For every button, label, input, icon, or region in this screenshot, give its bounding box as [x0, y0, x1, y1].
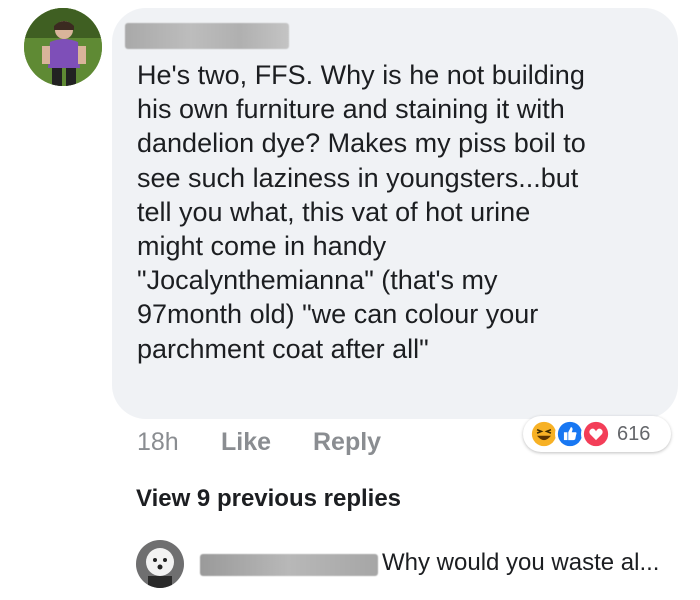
person-photo-icon	[24, 8, 102, 86]
dog-photo-icon	[136, 540, 184, 588]
comment-text: He's two, FFS. Why is he not building hi…	[137, 60, 586, 364]
comment-timestamp[interactable]: 18h	[137, 428, 179, 457]
redacted-reply-name[interactable]	[200, 554, 378, 576]
comment-actions: 18h Like Reply	[0, 428, 700, 460]
reply-snippet[interactable]: Why would you waste al...	[382, 549, 659, 577]
redacted-commenter-name[interactable]	[125, 23, 289, 49]
view-previous-replies-link[interactable]: View 9 previous replies	[136, 485, 401, 513]
commenter-avatar[interactable]	[24, 8, 102, 86]
reply-avatar[interactable]	[136, 540, 184, 588]
reply-button[interactable]: Reply	[313, 428, 381, 457]
like-button[interactable]: Like	[221, 428, 271, 457]
